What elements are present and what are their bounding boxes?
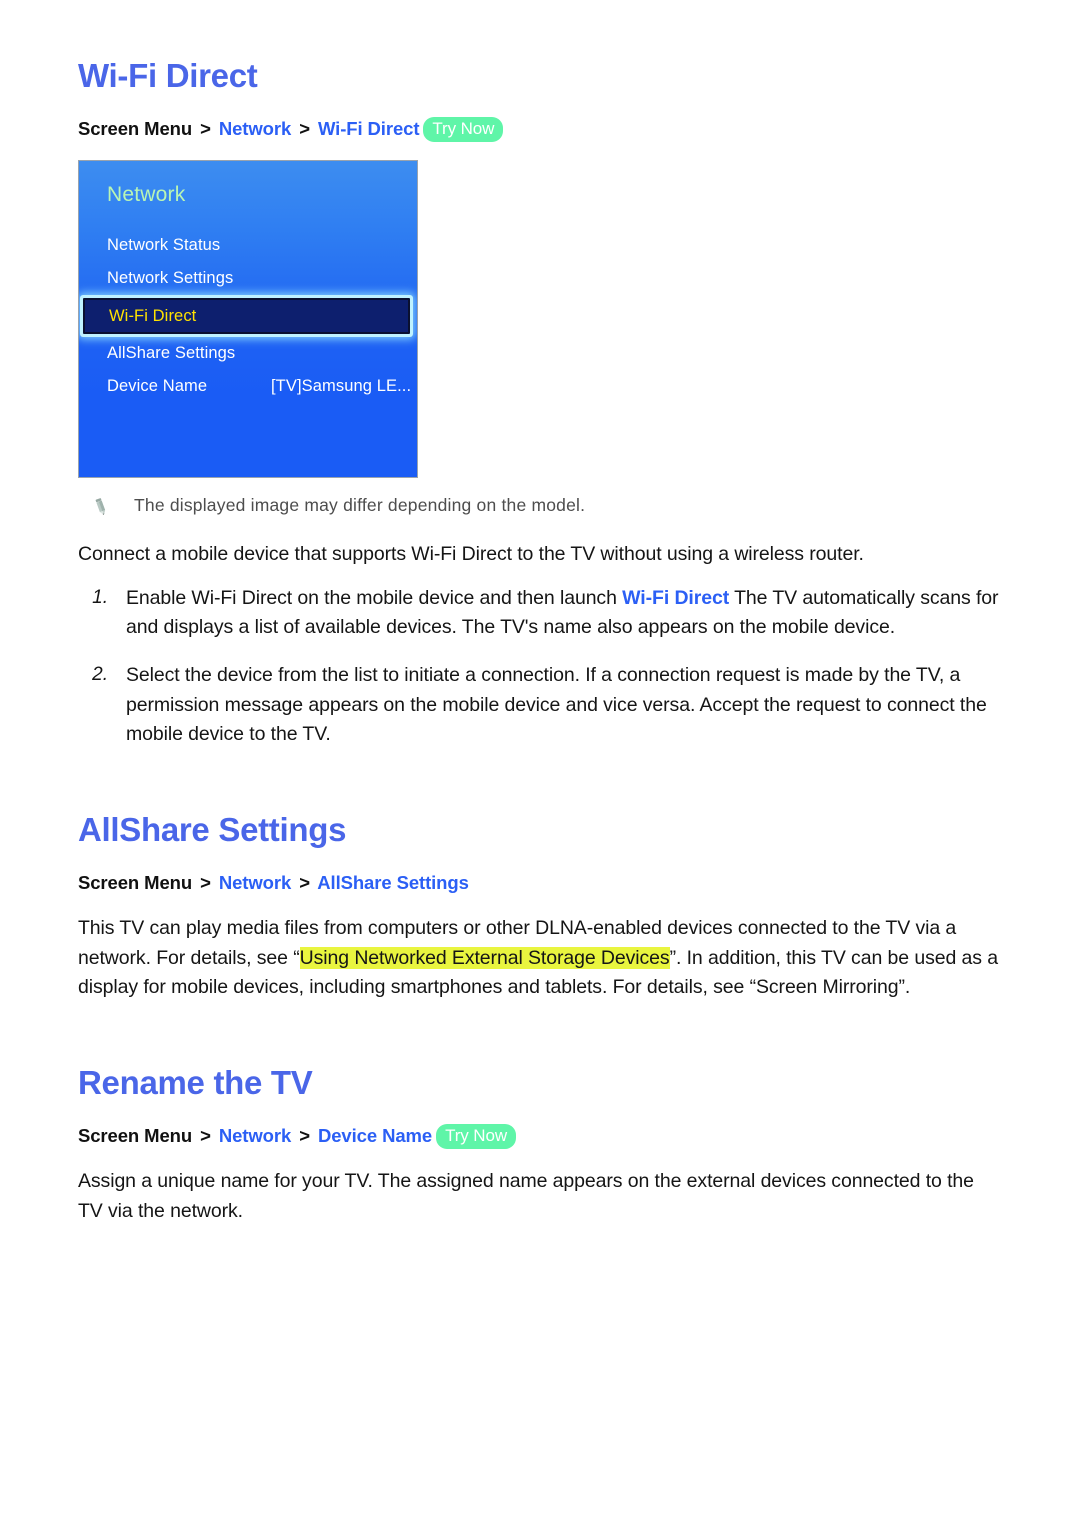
breadcrumb-link-device-name[interactable]: Device Name [318, 1125, 432, 1146]
tv-menu-item-label: Network Status [107, 236, 221, 255]
step-text: Enable Wi-Fi Direct on the mobile device… [126, 584, 1002, 643]
breadcrumb-link-allshare-settings[interactable]: AllShare Settings [317, 872, 469, 893]
tv-menu-item-label: Device Name [107, 377, 208, 396]
breadcrumb-separator: > [200, 872, 211, 894]
breadcrumb-wifi-direct: Screen Menu > Network > Wi-Fi Direct Try … [78, 116, 1002, 142]
breadcrumb-link-wifi-direct[interactable]: Wi-Fi Direct [318, 118, 420, 139]
breadcrumb-separator: > [299, 1125, 310, 1147]
step-item: 1. Enable Wi-Fi Direct on the mobile dev… [78, 584, 1002, 643]
step-number: 2. [92, 664, 108, 686]
tv-menu-item-network-status[interactable]: Network Status [79, 229, 417, 262]
breadcrumb-root: Screen Menu [78, 118, 193, 140]
breadcrumb-allshare-settings: Screen Menu > Network > AllShare Setting… [78, 870, 1002, 896]
note-text: The displayed image may differ depending… [134, 495, 586, 516]
try-now-badge[interactable]: Try Now [423, 117, 504, 142]
tv-menu-screenshot: Network Network Status Network Settings … [78, 160, 418, 479]
try-now-badge[interactable]: Try Now [436, 1124, 517, 1149]
note-model-differ: The displayed image may differ depending… [78, 494, 1002, 518]
breadcrumb-separator: > [299, 872, 310, 894]
page-title-wifi-direct: Wi-Fi Direct [78, 57, 258, 94]
breadcrumb-link-network[interactable]: Network [219, 872, 291, 893]
breadcrumb-separator: > [200, 118, 211, 140]
inline-link-wifi-direct[interactable]: Wi-Fi Direct [622, 587, 729, 609]
body-paragraph-allshare-settings: This TV can play media files from comput… [78, 914, 1002, 1003]
tv-menu-item-wifi-direct[interactable]: Wi-Fi Direct [83, 298, 410, 335]
intro-paragraph-wifi-direct: Connect a mobile device that supports Wi… [78, 543, 864, 566]
tv-menu-item-label: Wi-Fi Direct [109, 306, 197, 325]
breadcrumb-separator: > [299, 118, 310, 140]
steps-list-wifi-direct: 1. Enable Wi-Fi Direct on the mobile dev… [78, 584, 1002, 750]
step-number: 1. [92, 586, 108, 608]
highlighted-reference-link[interactable]: Using Networked External Storage Devices [299, 946, 670, 969]
tv-menu-title: Network [107, 183, 186, 207]
tv-menu-item-label: AllShare Settings [107, 344, 236, 363]
tv-menu-item-value: [TV]Samsung LE... [271, 377, 412, 396]
step-text-before: Enable Wi-Fi Direct on the mobile device… [126, 586, 623, 609]
tv-menu-item-allshare-settings[interactable]: AllShare Settings [79, 337, 417, 370]
page-title-allshare-settings: AllShare Settings [78, 810, 347, 848]
body-paragraph-rename-the-tv: Assign a unique name for your TV. The as… [78, 1170, 974, 1222]
breadcrumb-link-network[interactable]: Network [219, 118, 291, 139]
breadcrumb-link-network[interactable]: Network [219, 1125, 291, 1146]
breadcrumb-root: Screen Menu [78, 872, 193, 894]
tv-menu-item-device-name[interactable]: Device Name [TV]Samsung LE... [79, 370, 417, 403]
pencil-icon [90, 496, 112, 518]
breadcrumb-rename-the-tv: Screen Menu > Network > Device Name Try N… [78, 1123, 1002, 1149]
step-text: Select the device from the list to initi… [126, 664, 987, 746]
tv-menu-item-label: Network Settings [107, 269, 234, 288]
document-page: Wi-Fi Direct Screen Menu > Network > Wi-… [0, 0, 1080, 1226]
step-item: 2. Select the device from the list to in… [78, 661, 1002, 750]
tv-menu-item-network-settings[interactable]: Network Settings [79, 262, 417, 295]
breadcrumb-root: Screen Menu [78, 1125, 193, 1147]
page-title-rename-the-tv: Rename the TV [78, 1064, 313, 1101]
tv-menu-list: Network Status Network Settings Wi-Fi Di… [79, 229, 417, 403]
breadcrumb-separator: > [200, 1125, 211, 1147]
